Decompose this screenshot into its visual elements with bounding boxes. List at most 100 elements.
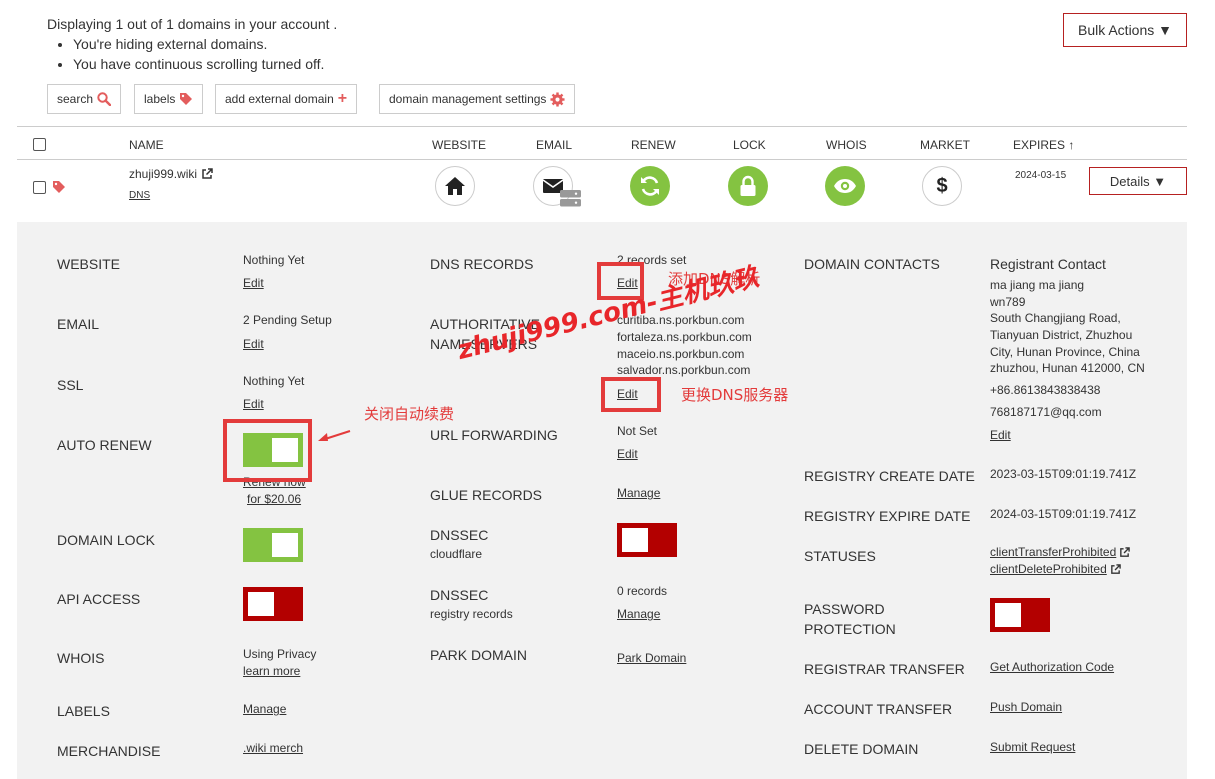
domain-summary: Displaying 1 out of 1 domains in your ac… bbox=[47, 14, 337, 74]
url-forwarding-edit-link[interactable]: Edit bbox=[617, 446, 638, 463]
row-checkbox[interactable] bbox=[33, 181, 46, 194]
divider bbox=[17, 159, 1187, 160]
park-domain-link[interactable]: Park Domain bbox=[617, 650, 686, 667]
password-protection-label-1: PASSWORD bbox=[804, 601, 885, 617]
domain-contacts-label: DOMAIN CONTACTS bbox=[804, 256, 940, 272]
sort-arrow-up-icon: ↑ bbox=[1068, 138, 1075, 152]
submit-request-link[interactable]: Submit Request bbox=[990, 739, 1075, 756]
details-button[interactable]: Details ▼ bbox=[1089, 167, 1187, 195]
merch-link[interactable]: .wiki merch bbox=[243, 740, 303, 757]
annotation-change-dns: 更换DNS服务器 bbox=[681, 386, 789, 404]
password-protection-toggle[interactable] bbox=[990, 598, 1050, 632]
email-edit-link[interactable]: Edit bbox=[243, 336, 264, 353]
tag-icon[interactable] bbox=[52, 180, 66, 194]
whois-learn-more-link[interactable]: learn more bbox=[243, 663, 300, 680]
ssl-value: Nothing Yet bbox=[243, 374, 305, 388]
dnssec-manage-link[interactable]: Manage bbox=[617, 606, 660, 623]
auto-renew-label: AUTO RENEW bbox=[57, 437, 152, 453]
header-expires[interactable]: EXPIRES ↑ bbox=[1013, 138, 1074, 152]
status-link[interactable]: clientDeleteProhibited bbox=[990, 561, 1121, 578]
contact-line: ma jiang ma jiang bbox=[990, 278, 1085, 292]
header-whois: WHOIS bbox=[826, 138, 867, 152]
dnssec-sub-cloudflare: cloudflare bbox=[430, 547, 483, 561]
add-external-domain-button[interactable]: add external domain + bbox=[215, 84, 358, 114]
lock-icon[interactable] bbox=[728, 166, 768, 206]
url-forwarding-value: Not Set bbox=[617, 424, 658, 438]
dnssec-toggle[interactable] bbox=[617, 523, 677, 557]
header-email: EMAIL bbox=[536, 138, 573, 152]
dnssec-records-value: 0 records bbox=[617, 584, 668, 598]
website-edit-link[interactable]: Edit bbox=[243, 275, 264, 292]
domain-lock-toggle[interactable] bbox=[243, 528, 303, 562]
park-domain-label: PARK DOMAIN bbox=[430, 647, 527, 663]
labels-manage-link[interactable]: Manage bbox=[243, 701, 286, 718]
external-link-icon bbox=[1120, 547, 1131, 557]
registry-expire-date-label: REGISTRY EXPIRE DATE bbox=[804, 508, 971, 524]
header-lock: LOCK bbox=[733, 138, 766, 152]
header-name[interactable]: NAME bbox=[129, 138, 164, 152]
merchandise-label: MERCHANDISE bbox=[57, 743, 161, 759]
market-dollar-icon[interactable]: $ bbox=[922, 166, 962, 206]
dnssec-label: DNSSEC bbox=[430, 527, 489, 543]
external-link-icon bbox=[1110, 564, 1121, 574]
contact-email: 768187171@qq.com bbox=[990, 405, 1102, 419]
external-link-icon bbox=[202, 168, 213, 179]
arrow-icon bbox=[318, 430, 351, 441]
registry-create-date-value: 2023-03-15T09:01:19.741Z bbox=[990, 467, 1137, 481]
domain-name-link[interactable]: zhuji999.wiki bbox=[129, 167, 213, 181]
status-link[interactable]: clientTransferProhibited bbox=[990, 544, 1131, 561]
email-value: 2 Pending Setup bbox=[243, 313, 332, 327]
labels-label: LABELS bbox=[57, 703, 110, 719]
glue-records-manage-link[interactable]: Manage bbox=[617, 485, 660, 502]
contact-phone: +86.8613843838438 bbox=[990, 383, 1101, 397]
annotation-close-autorenew: 关闭自动续费 bbox=[364, 405, 455, 423]
annotation-box bbox=[601, 377, 661, 412]
displaying-count: Displaying 1 out of 1 domains in your ac… bbox=[47, 16, 338, 32]
mgmt-settings-label: domain management settings bbox=[389, 92, 547, 106]
domain-lock-label: DOMAIN LOCK bbox=[57, 532, 156, 548]
labels-button[interactable]: labels bbox=[134, 84, 204, 114]
ssl-edit-link[interactable]: Edit bbox=[243, 396, 264, 413]
contact-line: City, Hunan Province, China bbox=[990, 345, 1140, 359]
expires-date: 2024-03-15 bbox=[1015, 170, 1067, 181]
tag-icon bbox=[180, 93, 193, 105]
status-text: clientTransferProhibited bbox=[990, 545, 1117, 559]
annotation-box bbox=[223, 419, 312, 482]
email-label: EMAIL bbox=[57, 316, 100, 332]
select-all-checkbox[interactable] bbox=[33, 138, 46, 151]
dnssec-registry-label: DNSSEC bbox=[430, 587, 489, 603]
search-label: search bbox=[57, 92, 94, 106]
push-domain-link[interactable]: Push Domain bbox=[990, 699, 1062, 716]
password-protection-label-2: PROTECTION bbox=[804, 621, 896, 637]
labels-label: labels bbox=[144, 92, 176, 106]
header-renew: RENEW bbox=[631, 138, 676, 152]
glue-records-label: GLUE RECORDS bbox=[430, 487, 543, 503]
registry-create-date-label: REGISTRY CREATE DATE bbox=[804, 468, 975, 484]
registrar-transfer-label: REGISTRAR TRANSFER bbox=[804, 661, 965, 677]
status-text: clientDeleteProhibited bbox=[990, 562, 1107, 576]
api-access-toggle[interactable] bbox=[243, 587, 303, 621]
dns-link[interactable]: DNS bbox=[129, 190, 150, 201]
nameserver-item: fortaleza.ns.porkbun.com bbox=[617, 330, 752, 344]
renew-price-link[interactable]: for $20.06 bbox=[247, 491, 301, 508]
server-icon bbox=[560, 190, 581, 207]
dns-records-label: DNS RECORDS bbox=[430, 256, 534, 272]
bulk-actions-button[interactable]: Bulk Actions ▼ bbox=[1063, 13, 1187, 47]
contact-line: wn789 bbox=[990, 295, 1026, 309]
account-transfer-label: ACCOUNT TRANSFER bbox=[804, 701, 953, 717]
website-home-icon[interactable] bbox=[435, 166, 475, 206]
search-button[interactable]: search bbox=[47, 84, 122, 114]
domain-name: zhuji999.wiki bbox=[129, 167, 198, 181]
domain-management-settings-button[interactable]: domain management settings bbox=[379, 84, 576, 114]
contact-line: South Changjiang Road, bbox=[990, 311, 1121, 325]
get-auth-code-link[interactable]: Get Authorization Code bbox=[990, 659, 1114, 676]
whois-value: Using Privacy bbox=[243, 647, 317, 661]
website-label: WEBSITE bbox=[57, 256, 121, 272]
contacts-edit-link[interactable]: Edit bbox=[990, 427, 1011, 444]
delete-domain-label: DELETE DOMAIN bbox=[804, 741, 919, 757]
contact-line: Tianyuan District, Zhuzhou bbox=[990, 328, 1133, 342]
renew-refresh-icon[interactable] bbox=[630, 166, 670, 206]
summary-note: You have continuous scrolling turned off… bbox=[73, 54, 337, 74]
divider bbox=[17, 126, 1187, 127]
whois-eye-icon[interactable] bbox=[825, 166, 865, 206]
